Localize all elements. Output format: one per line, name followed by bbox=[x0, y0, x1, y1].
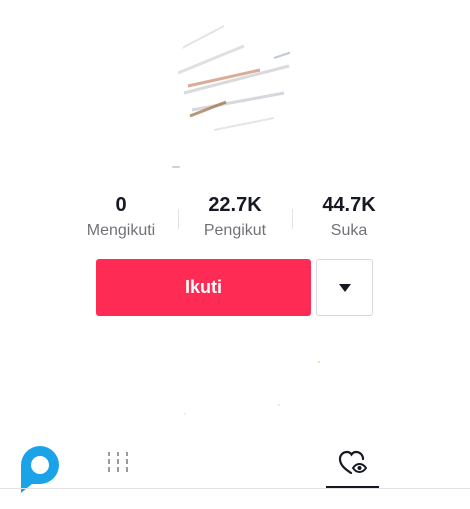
stat-divider bbox=[292, 209, 293, 229]
tab-videos[interactable] bbox=[105, 450, 131, 474]
speech-bubble-logo-icon bbox=[18, 443, 62, 493]
profile-stats: 0 Mengikuti 22.7K Pengikut 44.7K Suka bbox=[0, 190, 470, 250]
tabs-divider bbox=[0, 488, 470, 489]
stat-divider bbox=[178, 209, 179, 229]
followers-label: Pengikut bbox=[203, 222, 267, 239]
likes-label: Suka bbox=[330, 222, 368, 239]
follow-button-label: Ikuti bbox=[184, 277, 222, 297]
stat-following[interactable]: 0 Mengikuti bbox=[80, 190, 162, 242]
likes-count: 44.7K bbox=[322, 194, 376, 216]
caret-down-icon bbox=[338, 283, 351, 292]
stat-followers[interactable]: 22.7K Pengikut bbox=[196, 190, 274, 242]
liked-heart-icon bbox=[338, 450, 368, 475]
followers-count: 22.7K bbox=[208, 194, 262, 216]
profile-avatar[interactable] bbox=[174, 18, 296, 140]
grid-icon bbox=[108, 452, 128, 472]
following-count: 0 bbox=[115, 194, 127, 216]
stat-likes: 44.7K Suka bbox=[314, 190, 384, 242]
more-options-button[interactable] bbox=[316, 259, 373, 316]
follow-button[interactable]: Ikuti bbox=[96, 259, 311, 316]
tab-liked[interactable] bbox=[336, 448, 368, 476]
decorative-speck bbox=[172, 166, 180, 168]
following-label: Mengikuti bbox=[86, 222, 156, 239]
